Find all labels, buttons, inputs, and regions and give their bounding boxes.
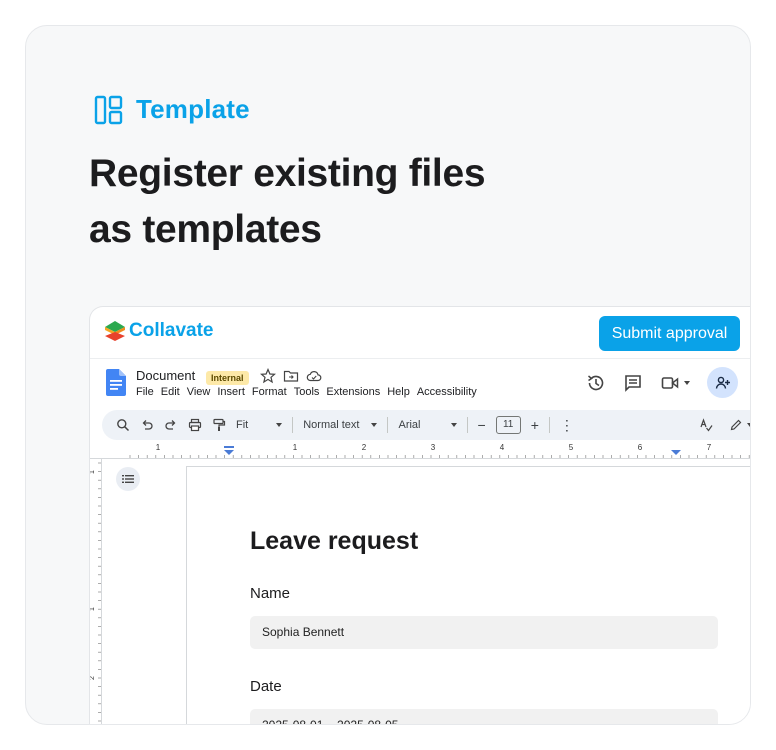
- vertical-ruler-scale: 1 1 2: [90, 462, 101, 722]
- brand[interactable]: Collavate: [104, 320, 213, 342]
- editing-mode-select[interactable]: [729, 418, 750, 432]
- share-button[interactable]: [707, 367, 738, 398]
- menu-insert[interactable]: Insert: [217, 386, 245, 398]
- print-icon[interactable]: [188, 418, 202, 432]
- ruler-number: 6: [638, 443, 643, 452]
- increase-font-size-button[interactable]: +: [531, 417, 539, 433]
- name-label: Name: [250, 585, 291, 602]
- spell-check-icon[interactable]: [699, 418, 713, 432]
- document-title-actions: [260, 368, 322, 384]
- ruler-number: 2: [90, 676, 96, 680]
- app-preview: Collavate Submit approval Document Inter…: [89, 306, 750, 724]
- toolbar-divider: [292, 417, 294, 433]
- menu-accessibility[interactable]: Accessibility: [417, 386, 477, 398]
- cloud-saved-icon[interactable]: [306, 368, 322, 384]
- paint-format-icon[interactable]: [212, 418, 226, 432]
- menu-extensions[interactable]: Extensions: [326, 386, 380, 398]
- chevron-down-icon: [276, 423, 283, 427]
- search-icon[interactable]: [116, 418, 130, 432]
- menu-help[interactable]: Help: [387, 386, 410, 398]
- chevron-down-icon: [684, 380, 690, 385]
- headline-line-1: Register existing files: [89, 152, 486, 195]
- horizontal-ruler-scale: 1 1 2 3 4 5 6 7: [129, 443, 750, 458]
- pencil-icon: [730, 419, 742, 431]
- collavate-logo-icon: [105, 321, 125, 341]
- chevron-down-icon: [450, 423, 457, 427]
- ruler-number: 3: [431, 443, 436, 452]
- zoom-select[interactable]: Fit: [236, 419, 283, 431]
- ruler-number: 4: [500, 443, 505, 452]
- chevron-down-icon: [747, 423, 750, 427]
- left-indent-marker[interactable]: [224, 450, 234, 455]
- first-line-indent-marker[interactable]: [224, 446, 234, 448]
- horizontal-ruler: 1 1 2 3 4 5 6 7: [90, 443, 750, 459]
- undo-icon[interactable]: [140, 418, 154, 432]
- outline-list-icon: [122, 475, 134, 483]
- document-outline-button[interactable]: [116, 467, 140, 491]
- font-size-input[interactable]: 11: [495, 416, 521, 434]
- ruler-number: 7: [707, 443, 712, 452]
- font-family-select[interactable]: Arial: [398, 419, 457, 431]
- classification-badge[interactable]: Internal: [206, 371, 249, 385]
- toolbar-divider: [548, 417, 550, 433]
- menu-file[interactable]: File: [136, 386, 154, 398]
- meet-button[interactable]: [660, 373, 690, 393]
- video-call-icon: [661, 376, 679, 389]
- ruler-number: 2: [362, 443, 367, 452]
- ruler-number: 1: [90, 607, 96, 611]
- headline-line-2: as templates: [89, 208, 322, 251]
- date-field[interactable]: 2025-08-01 ~ 2025-08-05: [250, 709, 718, 724]
- document-right-tools: [586, 367, 738, 398]
- more-options-icon[interactable]: ⋮: [560, 417, 574, 434]
- font-family-value: Arial: [398, 419, 421, 431]
- ruler-number: 1: [156, 443, 161, 452]
- toolbar-divider: [466, 417, 468, 433]
- form-title: Leave request: [250, 527, 419, 555]
- name-field[interactable]: Sophia Bennett: [250, 616, 718, 649]
- chevron-down-icon: [371, 423, 378, 427]
- add-person-icon: [715, 376, 730, 389]
- version-history-icon[interactable]: [586, 373, 606, 393]
- ruler-number: 5: [569, 443, 574, 452]
- comments-icon[interactable]: [623, 373, 643, 393]
- paragraph-style-select[interactable]: Normal text: [303, 419, 378, 431]
- zoom-value: Fit: [236, 419, 249, 431]
- docs-file-icon: [106, 369, 126, 396]
- move-folder-icon[interactable]: [283, 368, 299, 384]
- document-header: Document Internal File Edit View Insert …: [90, 359, 750, 409]
- feature-headline: Register existing files as templates: [89, 146, 609, 258]
- submit-approval-button[interactable]: Submit approval: [599, 316, 740, 351]
- feature-eyebrow-label: Template: [136, 94, 250, 124]
- document-menu-bar: File Edit View Insert Format Tools Exten…: [136, 386, 477, 398]
- vertical-ruler: 1 1 2: [90, 459, 102, 724]
- ruler-number: 1: [90, 470, 96, 474]
- toolbar-divider: [387, 417, 389, 433]
- feature-card: Template Register existing files as temp…: [25, 25, 751, 725]
- menu-format[interactable]: Format: [252, 386, 287, 398]
- app-topbar: Collavate Submit approval: [90, 307, 750, 359]
- layout-template-icon: [94, 95, 123, 124]
- decrease-font-size-button[interactable]: −: [478, 417, 486, 433]
- feature-eyebrow: Template: [94, 94, 250, 125]
- brand-name: Collavate: [129, 320, 214, 341]
- menu-view[interactable]: View: [187, 386, 211, 398]
- right-indent-marker[interactable]: [671, 450, 681, 455]
- date-label: Date: [250, 678, 282, 695]
- document-title[interactable]: Document: [136, 368, 195, 383]
- redo-icon[interactable]: [164, 418, 178, 432]
- menu-tools[interactable]: Tools: [294, 386, 320, 398]
- editor-toolbar: Fit Normal text Arial − 11 + ⋮: [102, 410, 750, 440]
- document-page: Leave request Name Sophia Bennett Date 2…: [186, 466, 750, 724]
- menu-edit[interactable]: Edit: [161, 386, 180, 398]
- ruler-number: 1: [293, 443, 298, 452]
- paragraph-style-value: Normal text: [303, 419, 360, 431]
- star-icon[interactable]: [260, 368, 276, 384]
